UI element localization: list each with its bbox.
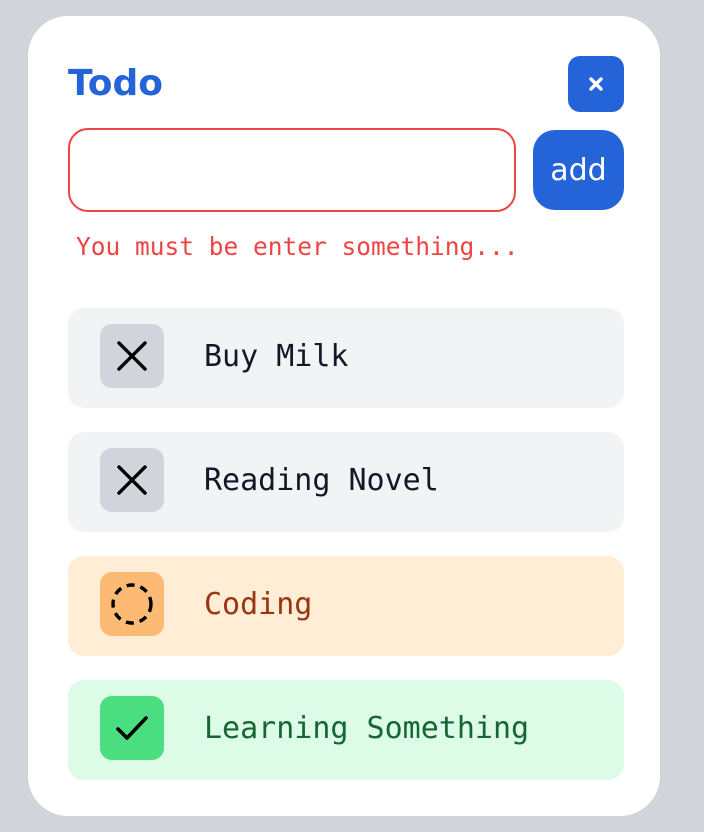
todo-item[interactable]: Buy Milk — [68, 308, 624, 408]
close-icon — [589, 77, 603, 91]
close-button[interactable] — [568, 56, 624, 112]
add-button[interactable]: add — [533, 130, 624, 210]
todo-label: Coding — [204, 587, 313, 622]
todo-label: Learning Something — [204, 711, 530, 746]
error-message: You must be enter something... — [76, 232, 519, 261]
x-icon — [117, 341, 147, 371]
todo-input[interactable] — [68, 128, 516, 212]
todo-item[interactable]: Learning Something — [68, 680, 624, 780]
x-icon — [117, 465, 147, 495]
status-toggle[interactable] — [100, 324, 164, 388]
todo-card: Todo add You must be enter something... … — [26, 14, 662, 818]
todo-label: Buy Milk — [204, 339, 349, 374]
todo-item[interactable]: Coding — [68, 556, 624, 656]
todo-item[interactable]: Reading Novel — [68, 432, 624, 532]
todo-label: Reading Novel — [204, 463, 439, 498]
status-toggle[interactable] — [100, 696, 164, 760]
status-toggle[interactable] — [100, 448, 164, 512]
status-toggle[interactable] — [100, 572, 164, 636]
app-title: Todo — [68, 63, 164, 104]
check-icon — [116, 716, 148, 740]
dashed-circle-icon — [111, 583, 153, 625]
